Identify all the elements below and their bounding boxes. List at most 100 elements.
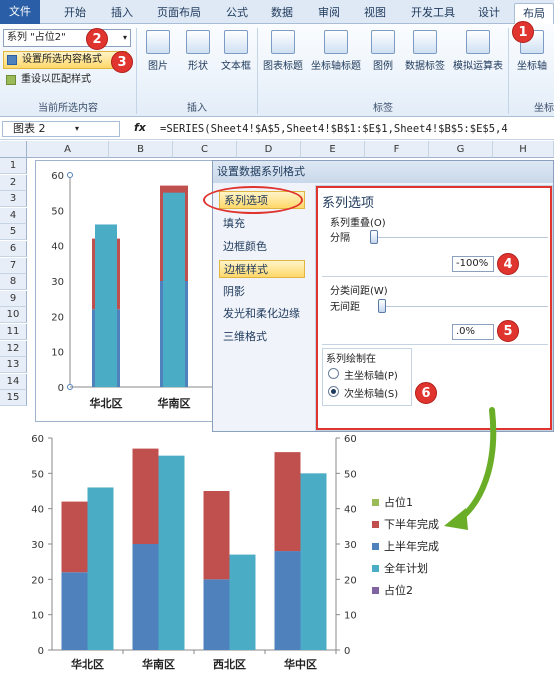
legend-swatch [372,521,379,528]
column-header[interactable]: B [109,141,173,158]
row-header[interactable]: 1 [0,158,27,174]
formula-input[interactable]: =SERIES(Sheet4!$A$5,Sheet4!$B$1:$E$1,She… [160,121,554,137]
y-tick-label-right: 60 [344,434,357,445]
series-selector[interactable]: 系列 "占位2" ▾ [3,29,131,47]
axis-title-button[interactable]: 坐标轴标题 [308,30,364,72]
tab-file[interactable]: 文件 [0,0,40,24]
y-tick-label-right: 0 [344,646,350,657]
reset-style-button[interactable]: 重设以匹配样式 [3,72,127,90]
column-header[interactable]: A [27,141,109,158]
column-header[interactable]: G [429,141,493,158]
legend-button[interactable]: 图例 [366,30,400,72]
row-header[interactable]: 11 [0,324,27,340]
x-tick-label: 华南区 [142,657,175,671]
column-header[interactable]: H [493,141,554,158]
row-header[interactable]: 2 [0,174,27,191]
secondary-axis-radio[interactable] [328,386,339,397]
textbox-button[interactable]: 文本框 [218,30,254,72]
y-tick-label: 30 [51,277,64,288]
tab-review[interactable]: 审阅 [312,3,346,24]
tab-page-layout[interactable]: 页面布局 [150,3,208,24]
y-tick-label-right: 40 [344,505,357,516]
row-header[interactable]: 6 [0,241,27,257]
tab-developer[interactable]: 开发工具 [404,3,462,24]
column-header[interactable]: F [365,141,429,158]
nav-glow-soft-edges[interactable]: 发光和柔化边缘 [219,305,313,323]
nav-border-color[interactable]: 边框颜色 [219,238,305,256]
row-header[interactable]: 13 [0,357,27,374]
chart-title-button[interactable]: 图表标题 [260,30,306,72]
shapes-icon [186,30,210,54]
row-header[interactable]: 14 [0,373,27,390]
name-box[interactable]: 图表 2 ▾ [2,121,120,137]
row-header[interactable]: 7 [0,257,27,274]
nav-border-style[interactable]: 边框样式 [219,260,305,278]
bar-first-half [132,544,159,650]
y-tick-label: 20 [51,312,64,323]
group-label-axis: 坐标 [534,103,554,114]
nav-shadow[interactable]: 阴影 [219,283,305,301]
primary-axis-radio[interactable] [328,368,339,379]
legend-label: 占位2 [384,583,413,597]
y-tick-label-left: 10 [31,611,44,622]
bar-first-half [61,572,88,650]
nav-fill[interactable]: 填充 [219,215,305,233]
legend-swatch [372,587,379,594]
row-header[interactable]: 10 [0,307,27,324]
select-all-corner[interactable] [0,141,27,158]
data-labels-label: 数据标签 [405,61,445,72]
legend-swatch [372,499,379,506]
data-table-button[interactable]: 模拟运算表 [450,30,506,72]
bar-annual-plan [300,473,327,650]
overlap-left-label: 分隔 [330,233,350,244]
overlap-slider[interactable] [370,230,378,244]
step-badge-6: 6 [415,382,437,404]
bar-annual-plan [229,554,256,650]
legend-label: 全年计划 [384,561,428,575]
tab-design[interactable]: 设计 [472,3,506,24]
column-header[interactable]: D [237,141,301,158]
row-header[interactable]: 4 [0,207,27,224]
picture-button[interactable]: 图片 [140,30,176,72]
tab-data[interactable]: 数据 [265,3,299,24]
embedded-chart[interactable]: 0 10 20 30 40 50 60 华北区 华南区 [35,160,225,422]
nav-3d-format[interactable]: 三维格式 [219,328,305,346]
bar-first-half [274,551,301,650]
row-header[interactable]: 5 [0,224,27,241]
shapes-button[interactable]: 形状 [180,30,216,72]
row-header[interactable]: 3 [0,191,27,208]
row-header[interactable]: 12 [0,340,27,357]
divider [322,276,548,277]
tab-formulas[interactable]: 公式 [220,3,254,24]
tab-insert[interactable]: 插入 [105,3,139,24]
picture-label: 图片 [148,61,168,72]
x-tick-label: 西北区 [213,657,246,671]
data-labels-button[interactable]: 数据标签 [402,30,448,72]
tab-view[interactable]: 视图 [358,3,392,24]
format-selection-label: 设置所选内容格式 [22,54,102,65]
fx-icon[interactable]: fx [134,121,146,134]
gap-input[interactable]: .0% [452,324,494,340]
tab-home[interactable]: 开始 [58,3,92,24]
bar-annual-plan [87,487,114,650]
gap-slider[interactable] [378,299,386,313]
plot-on-label: 系列绘制在 [326,354,376,365]
chevron-down-icon: ▾ [122,33,127,42]
reset-icon [6,75,16,85]
row-header[interactable]: 8 [0,274,27,291]
bar-first-half [203,579,230,650]
overlap-input[interactable]: -100% [452,256,494,272]
textbox-label: 文本框 [221,61,251,72]
top-chart-svg: 0 10 20 30 40 50 60 华北区 华南区 [51,171,224,410]
column-header[interactable]: C [173,141,237,158]
group-divider [508,28,509,114]
column-header[interactable]: E [301,141,365,158]
format-selection-button[interactable]: 设置所选内容格式 [3,51,127,69]
row-header[interactable]: 9 [0,290,27,307]
reset-style-label: 重设以匹配样式 [21,74,91,85]
chart-title-label: 图表标题 [263,61,303,72]
y-tick-label-right: 30 [344,540,357,551]
y-tick-label-left: 0 [38,646,44,657]
row-header[interactable]: 15 [0,390,27,407]
bar-second-half [132,448,159,544]
